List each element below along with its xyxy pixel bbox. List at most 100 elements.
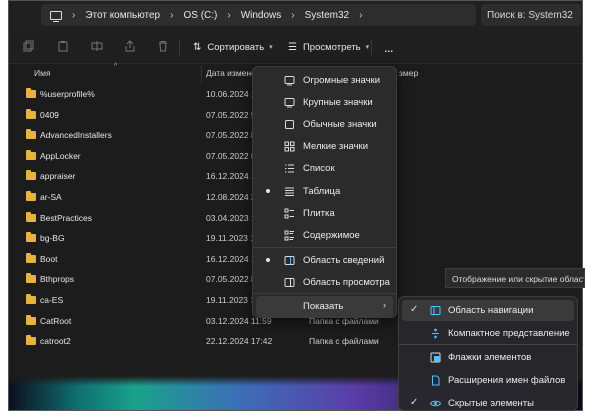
details-icon [284, 186, 295, 197]
address-field[interactable]: › Этот компьютер › OS (C:) › Windows › S… [41, 4, 476, 26]
file-name: %userprofile% [40, 89, 95, 99]
view-button[interactable]: ☰ Просмотреть ▾ [288, 39, 369, 55]
show-submenu: ✓ Область навигации Компактное представлен… [398, 296, 578, 411]
column-size[interactable]: змер [399, 68, 418, 78]
view-menu-item-label: Область просмотра [303, 277, 390, 288]
show-submenu-item[interactable]: Расширения имен файлов [402, 370, 574, 391]
folder-icon [26, 252, 36, 263]
chevron-right-icon[interactable]: › [170, 10, 173, 21]
file-date: 07.05.2022 8 [206, 150, 256, 161]
folder-icon [26, 149, 36, 160]
file-name: appraiser [40, 171, 76, 182]
view-menu-item-label: Содержимое [303, 230, 360, 241]
column-date[interactable]: Дата измене [206, 68, 256, 78]
folder-icon [26, 129, 36, 140]
view-menu-item[interactable]: Показать › [256, 296, 393, 317]
grid-icon [284, 141, 295, 152]
view-menu-item[interactable]: Таблица [256, 181, 393, 202]
file-name: Bthprops [40, 274, 75, 285]
view-menu-item[interactable]: Крупные значки [256, 92, 393, 113]
more-options-button[interactable]: ... [384, 39, 394, 55]
folder-icon [26, 335, 36, 346]
rename-icon[interactable] [91, 40, 103, 52]
content-icon [284, 230, 295, 241]
show-submenu-item-label: Расширения имен файлов [448, 375, 566, 386]
file-name: AppLocker [40, 150, 81, 161]
chevron-right-icon[interactable]: › [291, 10, 294, 21]
view-menu-item[interactable]: Плитка [256, 203, 393, 224]
chevron-right-icon[interactable]: › [227, 10, 230, 21]
folder-icon [26, 232, 36, 243]
file-name: catroot2 [40, 336, 71, 347]
search-input[interactable]: Поиск в: System32 [481, 4, 581, 26]
chevron-down-icon: ▾ [365, 44, 370, 51]
sort-icon: ⇅ [193, 41, 202, 53]
view-menu-item-label: Список [303, 163, 335, 174]
sort-label: Сортировать [207, 41, 265, 53]
breadcrumb-system32[interactable]: System32 [305, 10, 349, 21]
file-name: bg-BG [40, 233, 65, 244]
compact-view-icon [430, 328, 441, 339]
share-icon[interactable] [124, 40, 136, 52]
sort-button[interactable]: ⇅ Сортировать ▾ [193, 39, 273, 55]
show-submenu-item-label: Скрытые элементы [448, 398, 534, 409]
view-menu-item-label: Обычные значки [303, 119, 377, 130]
folder-icon [26, 190, 36, 201]
view-menu-item-label: Область сведений [303, 255, 385, 266]
square-icon [284, 119, 295, 130]
view-menu: Огромные значки Крупные значки Обычные зна… [252, 66, 397, 318]
column-name[interactable]: Имя [34, 68, 51, 78]
checkbox-icon [430, 352, 441, 363]
show-submenu-item[interactable]: Компактное представление [402, 323, 574, 344]
copy-icon[interactable] [23, 40, 35, 52]
view-menu-item-label: Мелкие значки [303, 141, 369, 152]
file-icon [430, 375, 441, 386]
file-date: 07.05.2022 8 [206, 130, 256, 141]
chevron-right-icon[interactable]: › [72, 10, 75, 21]
tiles-icon [284, 208, 295, 219]
details-pane-icon [284, 255, 295, 266]
view-menu-item[interactable]: Обычные значки [256, 114, 393, 135]
view-menu-item[interactable]: Содержимое [256, 225, 393, 246]
folder-icon [26, 273, 36, 284]
tooltip-text: Отображение или скрытие области навигаци… [452, 274, 584, 284]
chevron-down-icon: ▾ [269, 44, 273, 51]
view-menu-item-label: Показать [303, 301, 344, 312]
file-name: 0409 [40, 109, 59, 120]
file-date: 19.11.2023 1 [206, 294, 255, 305]
file-type: Папка с файлами [309, 336, 379, 347]
selected-dot-icon [266, 258, 270, 262]
delete-icon[interactable] [157, 40, 169, 52]
file-date: 22.12.2024 17:42 [206, 336, 273, 347]
file-name: BestPractices [40, 212, 92, 223]
column-divider[interactable] [201, 65, 202, 83]
file-date: 12.08.2024 2 [206, 191, 256, 202]
show-submenu-item[interactable]: Флажки элементов [402, 347, 574, 368]
view-icon: ☰ [288, 41, 297, 53]
toolbar-divider [371, 39, 372, 55]
file-date: 07.05.2022 5 [206, 109, 256, 120]
view-menu-item[interactable]: Мелкие значки [256, 136, 393, 157]
sort-caret-icon: ^ [114, 63, 118, 70]
menu-separator [253, 293, 396, 294]
computer-icon [50, 10, 62, 22]
view-menu-item-label: Плитка [303, 208, 335, 219]
file-name: ca-ES [40, 294, 64, 305]
show-submenu-item[interactable]: ✓ Область навигации [402, 300, 574, 321]
view-menu-item[interactable]: Огромные значки [256, 70, 393, 91]
chevron-right-icon[interactable]: › [359, 10, 362, 21]
view-menu-item[interactable]: Список [256, 158, 393, 179]
breadcrumb-drive-c[interactable]: OS (C:) [183, 10, 217, 21]
view-menu-item-label: Крупные значки [303, 97, 373, 108]
breadcrumb-this-pc[interactable]: Этот компьютер [85, 10, 160, 21]
address-bar: › Этот компьютер › OS (C:) › Windows › S… [9, 1, 582, 31]
paste-icon[interactable] [57, 40, 69, 52]
breadcrumb-windows[interactable]: Windows [241, 10, 282, 21]
checkmark-icon: ✓ [410, 397, 419, 408]
show-submenu-item[interactable]: ✓ Скрытые элементы [402, 393, 574, 414]
chevron-right-icon: › [383, 300, 386, 310]
view-menu-item[interactable]: Область сведений [256, 250, 393, 271]
selected-dot-icon [266, 189, 270, 193]
file-date: 19.11.2023 1 [206, 233, 255, 244]
view-menu-item[interactable]: Область просмотра [256, 272, 393, 293]
